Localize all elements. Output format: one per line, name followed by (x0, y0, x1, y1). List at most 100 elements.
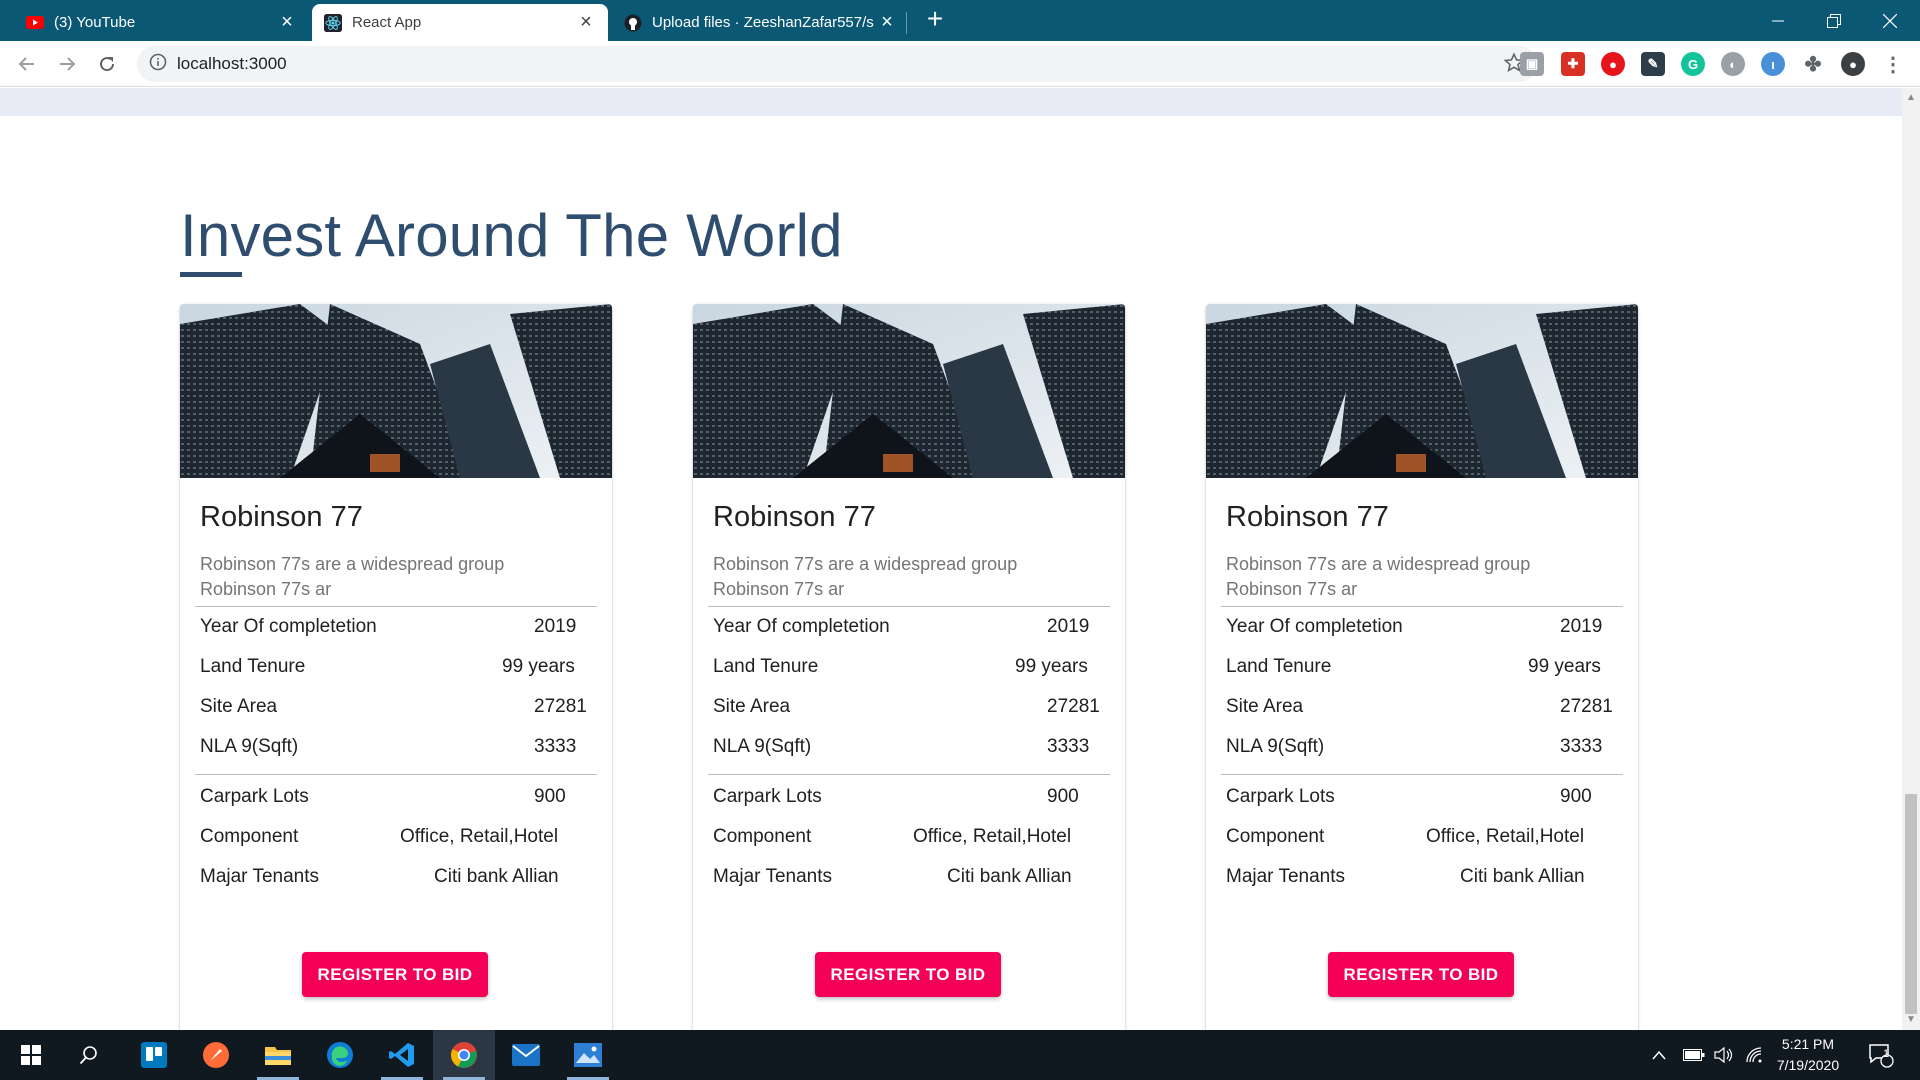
browser-toolbar: localhost:3000 ▣ ✚ ● ✎ G ◐ ι ✤ ● ⋮ (0, 41, 1920, 87)
detail-value: Citi bank Allian (1460, 866, 1585, 887)
register-to-bid-button[interactable]: REGISTER TO BID (302, 952, 488, 997)
photos-icon[interactable] (557, 1030, 619, 1080)
file-explorer-icon[interactable] (247, 1030, 309, 1080)
volume-icon[interactable] (1714, 1030, 1734, 1080)
info-icon[interactable] (149, 53, 167, 76)
card-title: Robinson 77 (1226, 501, 1389, 533)
detail-value: Office, Retail,Hotel (400, 826, 559, 847)
start-icon[interactable] (0, 1030, 62, 1080)
divider (708, 606, 1110, 607)
detail-row: Year Of completetion 2019 (200, 616, 592, 646)
detail-label: Site Area (200, 696, 278, 717)
detail-value: 3333 (534, 736, 577, 757)
detail-label: Year Of completetion (1226, 616, 1403, 637)
url-text: localhost:3000 (177, 54, 287, 73)
detail-value: 99 years (502, 656, 575, 677)
detail-label: Majar Tenants (1226, 866, 1345, 887)
detail-label: Carpark Lots (713, 786, 822, 807)
scrollbar-thumb[interactable] (1905, 794, 1917, 1014)
detail-value: 99 years (1528, 656, 1601, 677)
detail-label: Land Tenure (713, 656, 819, 677)
close-window-button[interactable] (1862, 0, 1918, 41)
tab-github-upload[interactable]: Upload files · ZeeshanZafar557/s × (612, 4, 909, 41)
detail-value: Citi bank Allian (947, 866, 1072, 887)
show-hidden-icons-icon[interactable] (1652, 1030, 1666, 1080)
register-to-bid-button[interactable]: REGISTER TO BID (1328, 952, 1514, 997)
scroll-up-icon[interactable]: ▲ (1906, 92, 1916, 103)
extension-icon[interactable]: ◐ (1721, 52, 1745, 76)
detail-row: NLA 9(Sqft) 3333 (713, 736, 1105, 766)
detail-row: Majar Tenants Citi bank Allian (713, 866, 1105, 896)
property-card: Robinson 77 Robinson 77s are a widesprea… (693, 304, 1125, 1030)
grammarly-icon[interactable]: G (1681, 52, 1705, 76)
vscode-icon[interactable] (371, 1030, 433, 1080)
action-center-icon[interactable]: 1 (1868, 1030, 1894, 1080)
detail-row: Majar Tenants Citi bank Allian (200, 866, 592, 896)
detail-row: Site Area 27281 (713, 696, 1105, 726)
extension-icon[interactable]: ι (1761, 52, 1785, 76)
react-icon (324, 13, 342, 32)
page-heading: Invest Around The World (180, 202, 843, 269)
detail-label: Carpark Lots (200, 786, 309, 807)
postman-icon[interactable] (185, 1030, 247, 1080)
back-button[interactable] (12, 49, 42, 79)
detail-row: Majar Tenants Citi bank Allian (1226, 866, 1618, 896)
trello-icon[interactable] (123, 1030, 185, 1080)
detail-value: 3333 (1560, 736, 1603, 757)
detail-row: Carpark Lots 900 (713, 786, 1105, 816)
detail-row: Component Office, Retail,Hotel (713, 826, 1105, 856)
restore-button[interactable] (1806, 0, 1862, 41)
detail-label: Majar Tenants (200, 866, 319, 887)
minimize-button[interactable] (1750, 0, 1806, 41)
detail-value: 2019 (1560, 616, 1603, 637)
detail-value: 900 (1560, 786, 1592, 807)
mail-icon[interactable] (495, 1030, 557, 1080)
detail-value: 27281 (534, 696, 587, 717)
edge-icon[interactable] (309, 1030, 371, 1080)
tab-separator (906, 12, 907, 34)
clock-date: 7/19/2020 (1776, 1057, 1840, 1073)
register-to-bid-button[interactable]: REGISTER TO BID (815, 952, 1001, 997)
divider (195, 774, 597, 775)
skyscraper-image (180, 304, 612, 478)
extension-icon[interactable]: ✎ (1641, 52, 1665, 76)
battery-icon[interactable] (1683, 1030, 1705, 1080)
detail-label: NLA 9(Sqft) (713, 736, 812, 757)
extension-icon[interactable]: ▣ (1520, 52, 1544, 76)
detail-row: Land Tenure 99 years (1226, 656, 1618, 686)
tab-title: (3) YouTube (54, 14, 136, 31)
new-tab-button[interactable]: + (921, 5, 949, 34)
chrome-icon[interactable] (433, 1030, 495, 1080)
system-clock[interactable]: 5:21 PM 7/19/2020 (1763, 1034, 1853, 1076)
menu-kebab-icon[interactable]: ⋮ (1881, 52, 1905, 76)
close-tab-icon[interactable]: × (877, 11, 897, 33)
extension-icon[interactable]: ✚ (1561, 52, 1585, 76)
close-tab-icon[interactable]: × (576, 11, 596, 33)
detail-label: Year Of completetion (200, 616, 377, 637)
detail-value: 2019 (534, 616, 577, 637)
extensions-puzzle-icon[interactable]: ✤ (1801, 52, 1825, 76)
extension-icon[interactable]: ● (1601, 52, 1625, 76)
close-tab-icon[interactable]: × (277, 11, 297, 33)
detail-value: 900 (1047, 786, 1079, 807)
divider (1221, 774, 1623, 775)
skyscraper-image (1206, 304, 1638, 478)
heading-underline (180, 272, 242, 277)
search-icon[interactable] (58, 1030, 120, 1080)
tab-react-app[interactable]: React App × (312, 4, 608, 41)
profile-avatar[interactable]: ● (1841, 52, 1865, 76)
reload-button[interactable] (92, 49, 122, 79)
address-bar[interactable]: localhost:3000 (137, 46, 1537, 82)
wifi-icon[interactable] (1746, 1030, 1764, 1080)
page-scrollbar[interactable]: ▲ ▼ (1902, 88, 1920, 1030)
detail-row: Year Of completetion 2019 (1226, 616, 1618, 646)
tab-youtube[interactable]: (3) YouTube × (14, 4, 309, 41)
scroll-down-icon[interactable]: ▼ (1906, 1014, 1916, 1025)
github-icon (624, 14, 642, 32)
detail-row: Land Tenure 99 years (200, 656, 592, 686)
detail-row: Component Office, Retail,Hotel (200, 826, 592, 856)
windows-taskbar: 5:21 PM 7/19/2020 1 (0, 1030, 1920, 1080)
detail-value: 27281 (1560, 696, 1613, 717)
forward-button[interactable] (52, 49, 82, 79)
detail-label: NLA 9(Sqft) (200, 736, 299, 757)
